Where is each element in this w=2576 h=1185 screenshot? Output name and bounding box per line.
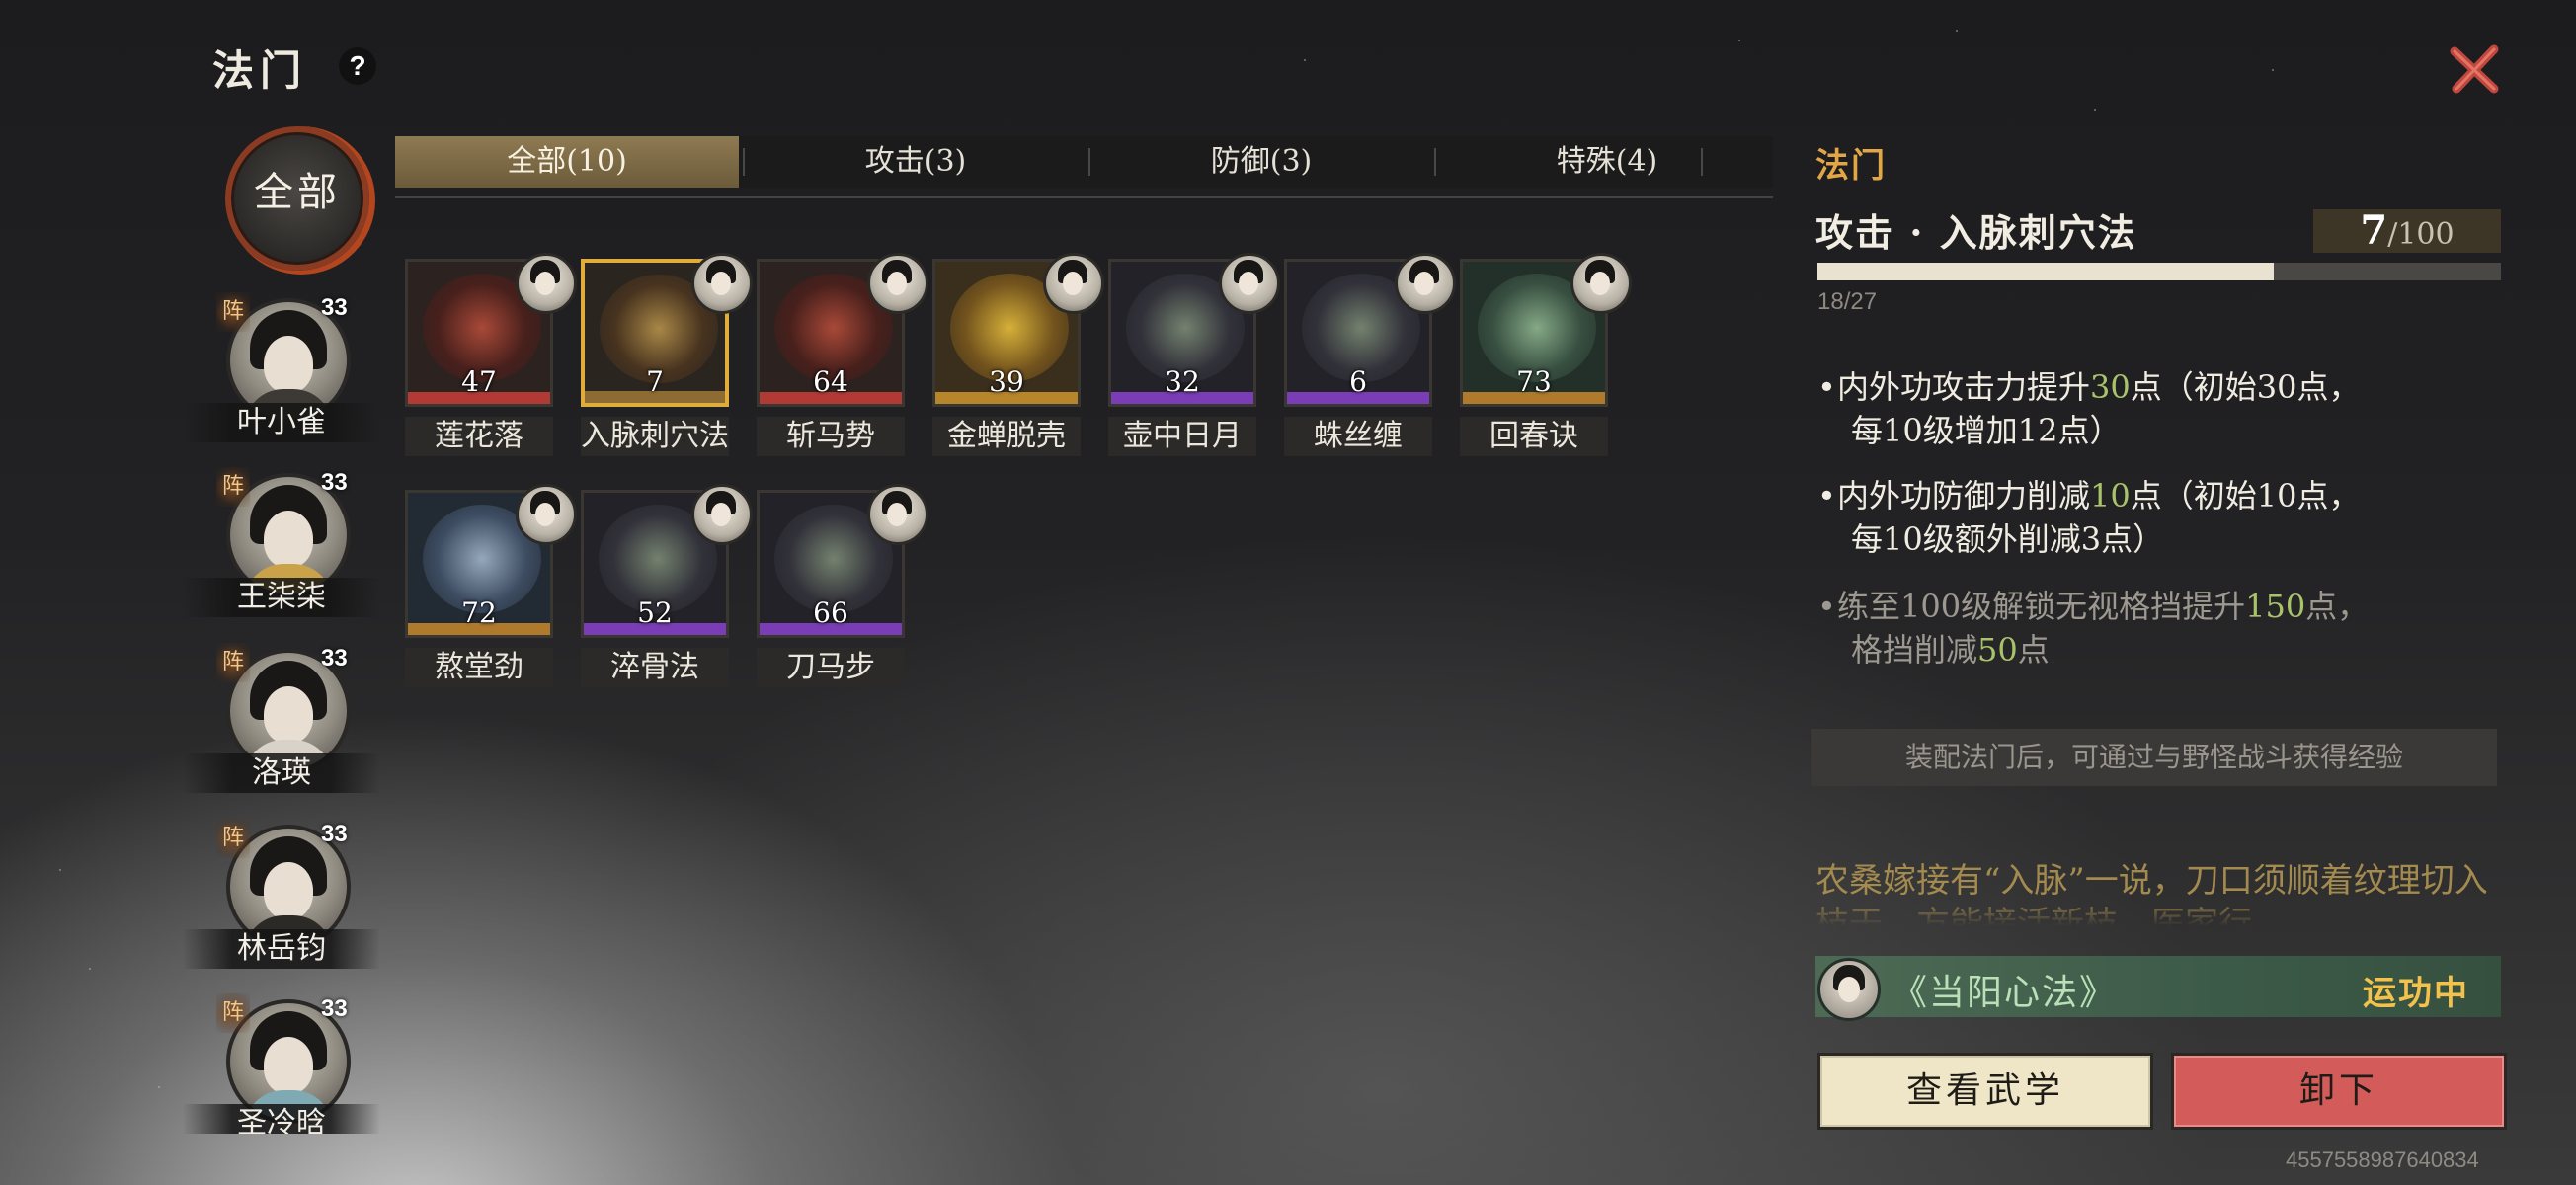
skill-name: 熬堂劲 bbox=[405, 648, 553, 687]
skill-level: 7 bbox=[646, 365, 664, 398]
avatar bbox=[691, 253, 753, 314]
xp-progress-fill bbox=[1817, 263, 2274, 280]
avatar bbox=[1219, 253, 1280, 314]
avatar bbox=[516, 484, 577, 545]
skill-level: 39 bbox=[989, 365, 1024, 398]
skill-card[interactable]: 52 淬骨法 bbox=[581, 484, 757, 697]
member-card[interactable]: 阵 33 洛瑛 bbox=[183, 637, 380, 805]
skill-lore-text[interactable]: 农桑嫁接有“入脉”一说，刀口须顺着纹理切入枝干，方能接活新枝。医家行 bbox=[1815, 859, 2507, 926]
skill-card[interactable]: 32 壶中日月 bbox=[1108, 253, 1284, 466]
close-icon bbox=[2450, 44, 2499, 94]
avatar bbox=[516, 253, 577, 314]
skill-level: 73 bbox=[1516, 365, 1552, 398]
skill-card[interactable]: 72 熬堂劲 bbox=[405, 484, 581, 697]
avatar bbox=[1817, 958, 1881, 1021]
skill-card[interactable]: 66 刀马步 bbox=[757, 484, 932, 697]
skill-name: 金蝉脱壳 bbox=[932, 417, 1081, 456]
skill-level: 66 bbox=[813, 596, 848, 629]
skill-name: 淬骨法 bbox=[581, 648, 729, 687]
xp-progress-text: 18/27 bbox=[1817, 288, 1878, 315]
formation-badge: 阵 bbox=[216, 819, 250, 858]
skill-card[interactable]: 6 蛛丝缠 bbox=[1284, 253, 1460, 466]
help-button[interactable]: ? bbox=[339, 47, 376, 85]
skill-level-current: 7 bbox=[2360, 207, 2388, 254]
detail-section-title: 法门 bbox=[1815, 146, 1887, 186]
member-name: 叶小雀 bbox=[183, 403, 380, 442]
skill-name: 壶中日月 bbox=[1108, 417, 1256, 456]
page-title: 法门 bbox=[212, 46, 308, 95]
skill-card[interactable]: 39 金蝉脱壳 bbox=[932, 253, 1108, 466]
unlock-effect-line: •练至100级解锁无视格挡提升150点， 格挡削减50点 bbox=[1817, 588, 2370, 669]
skill-title: 攻击 · 入脉刺穴法 bbox=[1815, 210, 2137, 255]
avatar bbox=[1043, 253, 1104, 314]
skill-level-max: /100 bbox=[2387, 217, 2455, 252]
cultivation-status: 运功中 bbox=[2363, 974, 2469, 1013]
skill-level: 52 bbox=[637, 596, 673, 629]
skill-level: 64 bbox=[813, 365, 848, 398]
tab-special[interactable]: 特殊(4) bbox=[1436, 136, 1778, 188]
skill-card[interactable]: 7 入脉刺穴法 bbox=[581, 253, 757, 466]
member-level: 33 bbox=[321, 821, 348, 847]
player-uid: 4557558987640834 bbox=[2286, 1147, 2479, 1172]
member-card[interactable]: 阵 33 圣冷晗 bbox=[183, 988, 380, 1155]
member-name: 圣冷晗 bbox=[183, 1104, 380, 1134]
tab-defense[interactable]: 防御(3) bbox=[1090, 136, 1432, 188]
view-martial-art-button[interactable]: 查看武学 bbox=[1817, 1053, 2153, 1130]
avatar bbox=[867, 484, 928, 545]
skill-name: 斩马势 bbox=[757, 417, 905, 456]
tab-attack[interactable]: 攻击(3) bbox=[745, 136, 1087, 188]
skill-level: 32 bbox=[1165, 365, 1200, 398]
equipped-technique-name: 《当阳心法》 bbox=[1892, 973, 2118, 1013]
formation-badge: 阵 bbox=[216, 643, 250, 682]
skill-card[interactable]: 64 斩马势 bbox=[757, 253, 932, 466]
skill-name: 入脉刺穴法 bbox=[581, 417, 729, 456]
skill-level: 47 bbox=[461, 365, 497, 398]
all-members-label: 全部 bbox=[254, 170, 341, 215]
member-name: 王柒柒 bbox=[183, 578, 380, 617]
formation-badge: 阵 bbox=[216, 292, 250, 332]
skill-level: 6 bbox=[1349, 365, 1367, 398]
member-card[interactable]: 阵 33 叶小雀 bbox=[183, 286, 380, 454]
effect-line: •内外功攻击力提升30点（初始30点， 每10级增加12点） bbox=[1817, 368, 2361, 449]
avatar bbox=[1570, 253, 1632, 314]
skill-card[interactable]: 47 莲花落 bbox=[405, 253, 581, 466]
member-name: 林岳钧 bbox=[183, 929, 380, 969]
skill-name: 回春诀 bbox=[1460, 417, 1608, 456]
member-name: 洛瑛 bbox=[183, 753, 380, 793]
skill-level-box: 7/100 bbox=[2313, 209, 2501, 253]
member-card[interactable]: 阵 33 林岳钧 bbox=[183, 813, 380, 981]
skill-name: 蛛丝缠 bbox=[1284, 417, 1432, 456]
category-tabs: 全部(10) 攻击(3) 防御(3) 特殊(4) bbox=[395, 136, 1773, 188]
skill-name: 刀马步 bbox=[757, 648, 905, 687]
tab-divider bbox=[395, 196, 1773, 198]
member-level: 33 bbox=[321, 469, 348, 496]
skill-level: 72 bbox=[461, 596, 497, 629]
unequip-button[interactable]: 卸下 bbox=[2171, 1053, 2507, 1130]
skill-name: 莲花落 bbox=[405, 417, 553, 456]
skill-card[interactable]: 73 回春诀 bbox=[1460, 253, 1636, 466]
all-members-button[interactable]: 全部 bbox=[225, 126, 369, 271]
close-button[interactable] bbox=[2445, 40, 2504, 99]
xp-progress-bar bbox=[1817, 263, 2501, 280]
avatar bbox=[691, 484, 753, 545]
avatar bbox=[1395, 253, 1456, 314]
formation-badge: 阵 bbox=[216, 993, 250, 1033]
tab-all[interactable]: 全部(10) bbox=[395, 136, 739, 188]
avatar bbox=[867, 253, 928, 314]
effect-line: •内外功防御力削减10点（初始10点， 每10级额外削减3点） bbox=[1817, 477, 2361, 558]
equip-hint: 装配法门后，可通过与野怪战斗获得经验 bbox=[1811, 729, 2497, 786]
formation-badge: 阵 bbox=[216, 467, 250, 507]
member-card[interactable]: 阵 33 王柒柒 bbox=[183, 461, 380, 629]
member-level: 33 bbox=[321, 294, 348, 321]
member-level: 33 bbox=[321, 995, 348, 1022]
member-level: 33 bbox=[321, 645, 348, 672]
